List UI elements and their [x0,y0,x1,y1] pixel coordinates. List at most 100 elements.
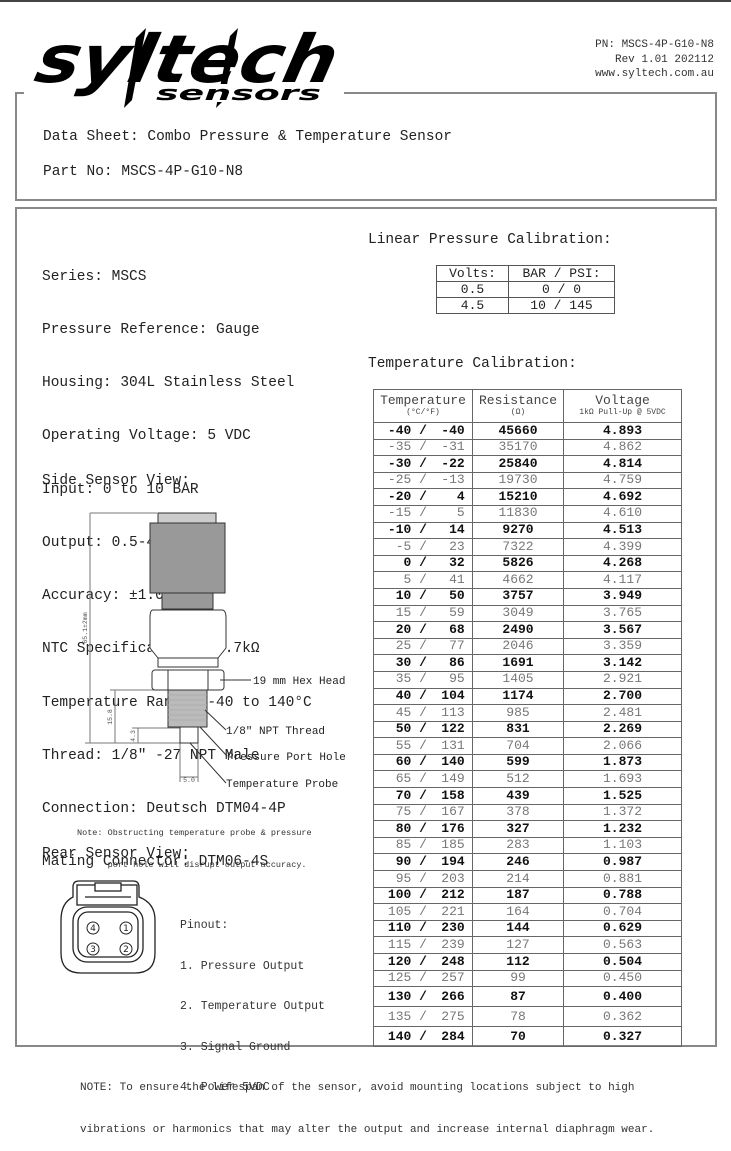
cell-resistance: 283 [472,836,564,855]
revision: Rev 1.01 202112 [614,53,714,66]
cell-resistance: 25840 [472,455,564,473]
cell-temperature: -20 / 4 [373,488,473,506]
table-row: 0 / 32 5826 4.268 [373,554,682,573]
celsius-value: 20 [395,621,412,637]
cell-voltage: 0.629 [563,919,682,938]
cell-temperature: -40 / -40 [373,422,473,440]
cell-resistance: 144 [472,919,564,938]
cell-resistance: 15210 [472,488,564,506]
table-row: 4.5 10 / 145 [436,297,615,314]
separator: / [411,638,435,654]
separator: / [411,1008,435,1024]
celsius-value: 105 [387,903,412,919]
top-rule [0,0,731,2]
celsius-value: 50 [395,721,412,737]
celsius-value: 115 [387,936,412,952]
cell-resistance: 985 [472,704,564,722]
separator: / [411,472,435,488]
celsius-value: 25 [395,638,412,654]
dim-probe-width: 5.0 [183,777,195,784]
pinout-item: 2. Temperature Output [180,1000,325,1013]
table-row: 25 / 77 2046 3.359 [373,637,682,656]
cell-voltage: 4.814 [563,455,682,473]
table-row: 115 / 239 127 0.563 [373,936,682,954]
spec-item: Operating Voltage: 5 VDC [42,428,251,445]
celsius-value: 120 [387,953,412,969]
table-row: 95 / 203 214 0.881 [373,870,682,888]
separator: / [411,505,435,521]
cell-resistance: 378 [472,803,564,822]
cell-temperature: 130 / 266 [373,986,473,1008]
separator: / [411,837,435,853]
cell-voltage: 4.117 [563,571,682,589]
cell-temperature: 95 / 203 [373,870,473,888]
column-header-voltage: Voltage 1kΩ Pull-Up @ 5VDC [563,389,682,423]
cell-voltage: 2.269 [563,720,682,739]
obstruction-note: Note: Obstructing temperature probe & pr… [77,807,312,881]
fahrenheit-value: 122 [441,721,465,737]
cell-resistance: 1174 [472,687,564,706]
table-row: 0.5 0 / 0 [436,281,615,298]
pinout-item: 3. Signal Ground [180,1040,291,1054]
fahrenheit-value: 131 [441,737,465,753]
cell-temperature: 45 / 113 [373,704,473,722]
footer-line: NOTE: To ensure the lifespan of the sens… [80,1082,635,1094]
fahrenheit-value: 140 [441,754,465,770]
cell-temperature: 60 / 140 [373,753,473,772]
separator: / [411,671,435,687]
celsius-value: -25 [387,472,412,488]
separator: / [411,571,435,587]
celsius-value: 35 [395,671,412,687]
fahrenheit-value: 95 [449,671,465,687]
table-row: 35 / 95 1405 2.921 [373,670,682,689]
cell-resistance: 45660 [472,422,564,440]
cell-voltage: 0.881 [563,870,682,888]
table-row: 90 / 194 246 0.987 [373,853,682,872]
spec-item: Pressure Reference: Gauge [42,321,260,338]
celsius-value: 75 [395,804,412,820]
celsius-value: 15 [395,605,412,621]
celsius-value: 0 [403,555,412,571]
connector-rear-drawing: 4 1 3 2 [60,880,156,974]
temperature-calibration-heading: Temperature Calibration: [368,356,577,372]
fahrenheit-value: 14 [449,522,465,538]
celsius-value: 70 [395,787,412,803]
table-row: 70 / 158 439 1.525 [373,787,682,805]
spec-item: Series: MSCS [42,268,147,285]
table-row: 120 / 248 112 0.504 [373,953,682,971]
cell-temperature: -30 / -22 [373,455,473,473]
header-main: Voltage [595,393,650,408]
cell-resistance: 87 [472,986,564,1008]
website-link[interactable]: www.syltech.com.au [595,67,714,82]
cell-resistance: 2490 [472,621,564,639]
cell-temperature: 105 / 221 [373,903,473,921]
cell-voltage: 3.359 [563,637,682,656]
side-sensor-drawing: 65.1±2mm 15.8 4.3 5.0 19 mm Hex Head 1/8… [82,512,346,791]
cell-resistance: 187 [472,886,564,905]
cell-voltage: 0.788 [563,886,682,905]
cell-temperature: 135 / 275 [373,1006,473,1028]
cell-temperature: 20 / 68 [373,621,473,639]
cell-bar-psi: 0 / 0 [508,281,615,298]
cell-temperature: -10 / 14 [373,521,473,540]
part-no: Part No: MSCS-4P-G10-N8 [43,164,244,180]
cell-temperature: 5 / 41 [373,571,473,589]
separator: / [411,704,435,720]
table-row: 135 / 275 78 0.362 [373,1006,682,1028]
cell-resistance: 112 [472,953,564,971]
table-row: 55 / 131 704 2.066 [373,737,682,755]
cell-temperature: 100 / 212 [373,886,473,905]
table-row: 125 / 257 99 0.450 [373,969,682,988]
fahrenheit-value: 212 [441,887,465,903]
fahrenheit-value: 248 [441,953,465,969]
separator: / [411,488,435,504]
fahrenheit-value: 23 [449,538,465,554]
header-sub: (°C/°F) [406,408,440,417]
cell-temperature: 140 / 284 [373,1026,473,1048]
cell-temperature: -15 / 5 [373,504,473,523]
table-header-row: Temperature (°C/°F) Resistance (Ω) Volta… [373,389,682,423]
celsius-value: 45 [395,704,412,720]
hex-head-label: 19 mm Hex Head [253,676,345,688]
cell-voltage: 4.862 [563,438,682,457]
table-row: -5 / 23 7322 4.399 [373,538,682,556]
